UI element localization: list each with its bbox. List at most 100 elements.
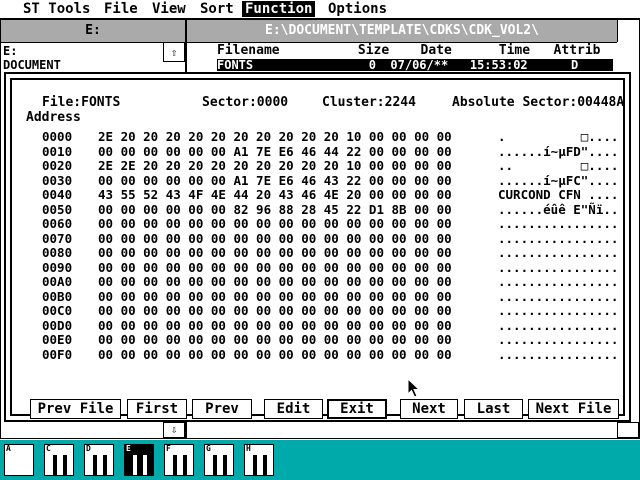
hex-row-bytes[interactable]: 00 00 00 00 00 00 00 00 00 00 00 00 00 0… [98,347,452,362]
hex-row-ascii[interactable]: ................ [498,246,618,260]
drive-c-icon[interactable]: C [44,444,74,476]
sector-label: Sector:0000 [202,95,289,110]
drive-slot [183,455,187,475]
dialog-inner-frame: File:FONTS Sector:0000 Cluster:2244 Abso… [10,78,625,419]
hex-row-address: 0050 [42,201,73,217]
hex-row-ascii[interactable]: ................ [498,347,618,362]
hex-row-bytes[interactable]: 00 00 00 00 00 00 00 00 00 00 00 00 00 0… [98,289,452,304]
hex-row-ascii[interactable]: ................ [498,231,618,246]
last-button[interactable]: Last [464,399,523,419]
folder-item-document[interactable]: DOCUMENT [3,58,61,72]
hex-row-address: 00E0 [42,332,73,347]
hex-row-address: 0000 [42,129,73,144]
hex-row-address: 00B0 [42,288,73,304]
menu-file[interactable]: File [101,1,141,17]
hex-row-bytes[interactable]: 00 00 00 00 00 00 00 00 00 00 00 00 00 0… [98,260,452,275]
hex-row-bytes[interactable]: 00 00 00 00 00 00 A1 7E E6 46 44 22 00 0… [98,144,452,159]
exit-button[interactable]: Exit [327,399,387,419]
file-label: File:FONTS [42,95,121,110]
cluster-label: Cluster:2244 [322,95,416,110]
hex-row-address: 0070 [42,230,73,246]
hex-row-ascii[interactable]: ................ [498,318,618,333]
mouse-pointer-icon [407,378,421,398]
hex-row-bytes[interactable]: 00 00 00 00 00 00 00 00 00 00 00 00 00 0… [98,333,452,347]
menu-view[interactable]: View [149,1,189,17]
edit-button[interactable]: Edit [264,399,323,419]
drive-slot [103,455,107,475]
drive-f-icon[interactable]: F [164,444,194,476]
hex-row-address: 0030 [42,172,73,188]
next-file-button[interactable]: Next File [528,399,619,419]
hex-row-bytes[interactable]: 2E 20 20 20 20 20 20 20 20 20 20 10 00 0… [98,130,452,144]
menu-options[interactable]: Options [325,1,390,17]
drive-letter: A [6,444,11,453]
drive-letter: F [166,444,171,453]
menu-bar: ST Tools File View Sort Function Options [0,0,640,19]
drive-h-icon[interactable]: H [244,444,274,476]
prev-file-button[interactable]: Prev File [30,399,121,419]
hex-row-bytes[interactable]: 00 00 00 00 00 00 00 00 00 00 00 00 00 0… [98,217,452,231]
drive-letter: H [246,444,251,453]
hex-row-ascii[interactable]: ................ [498,260,618,275]
hex-row-ascii[interactable]: ................ [498,333,618,347]
hex-row-ascii[interactable]: ......éûê E"Ñï.. [498,202,618,217]
hex-row-bytes[interactable]: 00 00 00 00 00 00 00 00 00 00 00 00 00 0… [98,231,452,246]
scroll-corner[interactable] [617,422,639,438]
menu-function[interactable]: Function [242,1,316,17]
next-button[interactable]: Next [400,399,458,419]
first-button[interactable]: First [127,399,187,419]
hex-row-address: 0090 [42,259,73,275]
hex-row-bytes[interactable]: 2E 2E 20 20 20 20 20 20 20 20 20 10 00 0… [98,159,452,173]
menu-sort[interactable]: Sort [197,1,237,17]
hex-row-bytes[interactable]: 00 00 00 00 00 00 00 00 00 00 00 00 00 0… [98,304,452,318]
hex-row-bytes[interactable]: 43 55 52 43 4F 4E 44 20 43 46 4E 20 00 0… [98,188,452,202]
hex-row-ascii[interactable]: ................ [498,289,618,304]
hex-row-ascii[interactable]: ......í~µFD".... [498,144,618,159]
window-fuller-icon[interactable] [617,20,639,42]
prev-button[interactable]: Prev [192,399,252,419]
drive-slot [253,455,257,475]
hex-row-address: 0060 [42,216,73,231]
drive-slot [93,455,97,475]
menu-st-tools[interactable]: ST Tools [20,1,93,17]
hex-row-bytes[interactable]: 00 00 00 00 00 00 82 96 88 28 45 22 D1 8… [98,202,452,217]
hex-row-address: 0020 [42,158,73,173]
hex-row-ascii[interactable]: .. □.... [498,159,618,173]
hex-row-address: 0010 [42,143,73,159]
drive-letter: G [206,444,211,453]
hex-row-bytes[interactable]: 00 00 00 00 00 00 00 00 00 00 00 00 00 0… [98,275,452,289]
hex-row-address: 00D0 [42,317,73,333]
hex-row-bytes[interactable]: 00 00 00 00 00 00 A1 7E E6 46 43 22 00 0… [98,173,452,188]
drive-letter: D [86,444,91,453]
drive-slot [53,455,57,475]
hex-row-ascii[interactable]: . □.... [498,130,618,144]
hex-row-address: 0080 [42,245,73,260]
hex-row-ascii[interactable]: ................ [498,217,618,231]
file-list-header: Filename Size Date Time Attrib [217,43,601,58]
drive-a-icon[interactable]: A [4,444,34,476]
drive-slot [133,455,137,475]
address-label: Address [26,110,81,125]
drive-d-icon[interactable]: D [84,444,114,476]
hex-row-ascii[interactable]: ................ [498,304,618,318]
left-window-path: E: [3,44,18,58]
hex-row-bytes[interactable]: 00 00 00 00 00 00 00 00 00 00 00 00 00 0… [98,246,452,260]
drive-slot [173,455,177,475]
hex-row-address: 0040 [42,187,73,202]
left-window-title[interactable]: E: [1,20,185,43]
file-list-row-selected[interactable]: FONTS 0 07/06/** 15:53:02 D [217,59,613,71]
drive-slot [63,455,67,475]
drive-letter: C [46,444,51,453]
hex-row-address: 00F0 [42,346,73,362]
hex-row-ascii[interactable]: CURCOND CFN .... [498,188,618,202]
drive-e-icon[interactable]: E [124,444,154,476]
scroll-down-icon[interactable]: ⇩ [163,422,185,438]
drive-g-icon[interactable]: G [204,444,234,476]
hex-row-bytes[interactable]: 00 00 00 00 00 00 00 00 00 00 00 00 00 0… [98,318,452,333]
drive-slot [263,455,267,475]
hex-row-ascii[interactable]: ................ [498,275,618,289]
scroll-up-icon[interactable]: ⇧ [163,42,185,62]
hex-row-ascii[interactable]: ......í~µFC".... [498,173,618,188]
sector-viewer-dialog: File:FONTS Sector:0000 Cluster:2244 Abso… [4,72,631,422]
right-window-title[interactable]: E:\DOCUMENT\TEMPLATE\CDKS\CDK_VOL2\ [187,20,617,43]
